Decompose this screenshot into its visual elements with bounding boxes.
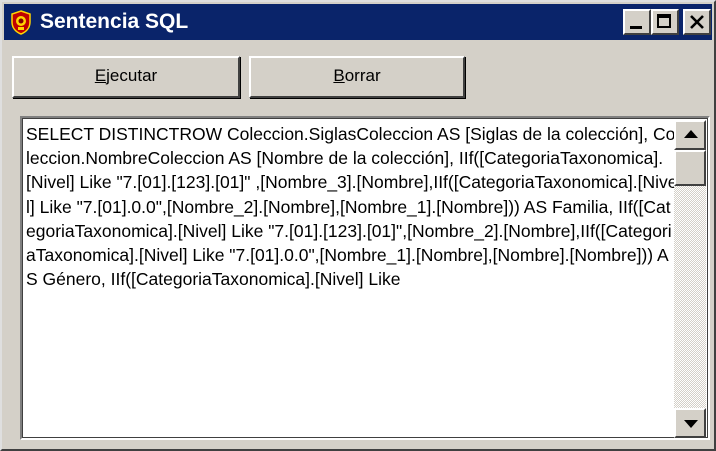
scroll-down-button[interactable] xyxy=(674,408,706,438)
scroll-thumb[interactable] xyxy=(674,150,706,186)
clear-mnemonic: B xyxy=(333,66,345,85)
sql-statement-window: Sentencia SQL Ejecutar Borrar SELECT DIS… xyxy=(0,0,716,451)
arrow-down-icon xyxy=(684,420,698,428)
title-bar[interactable]: Sentencia SQL xyxy=(4,4,712,40)
execute-label: jecutar xyxy=(106,66,158,85)
minimize-icon xyxy=(630,26,642,29)
minimize-button[interactable] xyxy=(623,9,651,35)
vertical-scrollbar[interactable] xyxy=(674,120,706,438)
close-icon xyxy=(690,15,704,29)
execute-button[interactable]: Ejecutar xyxy=(12,56,240,98)
arrow-up-icon xyxy=(684,130,698,138)
scroll-up-button[interactable] xyxy=(674,120,706,150)
maximize-icon xyxy=(657,14,671,28)
execute-mnemonic: E xyxy=(94,66,107,85)
clear-label: orrar xyxy=(344,66,381,85)
window-title: Sentencia SQL xyxy=(40,10,189,33)
maximize-button[interactable] xyxy=(651,9,679,35)
clear-button[interactable]: Borrar xyxy=(249,56,465,98)
close-button[interactable] xyxy=(683,9,711,35)
app-emblem-icon xyxy=(8,9,34,35)
sql-textarea[interactable]: SELECT DISTINCTROW Coleccion.SiglasColec… xyxy=(26,122,678,436)
sql-editor[interactable]: SELECT DISTINCTROW Coleccion.SiglasColec… xyxy=(20,116,710,440)
